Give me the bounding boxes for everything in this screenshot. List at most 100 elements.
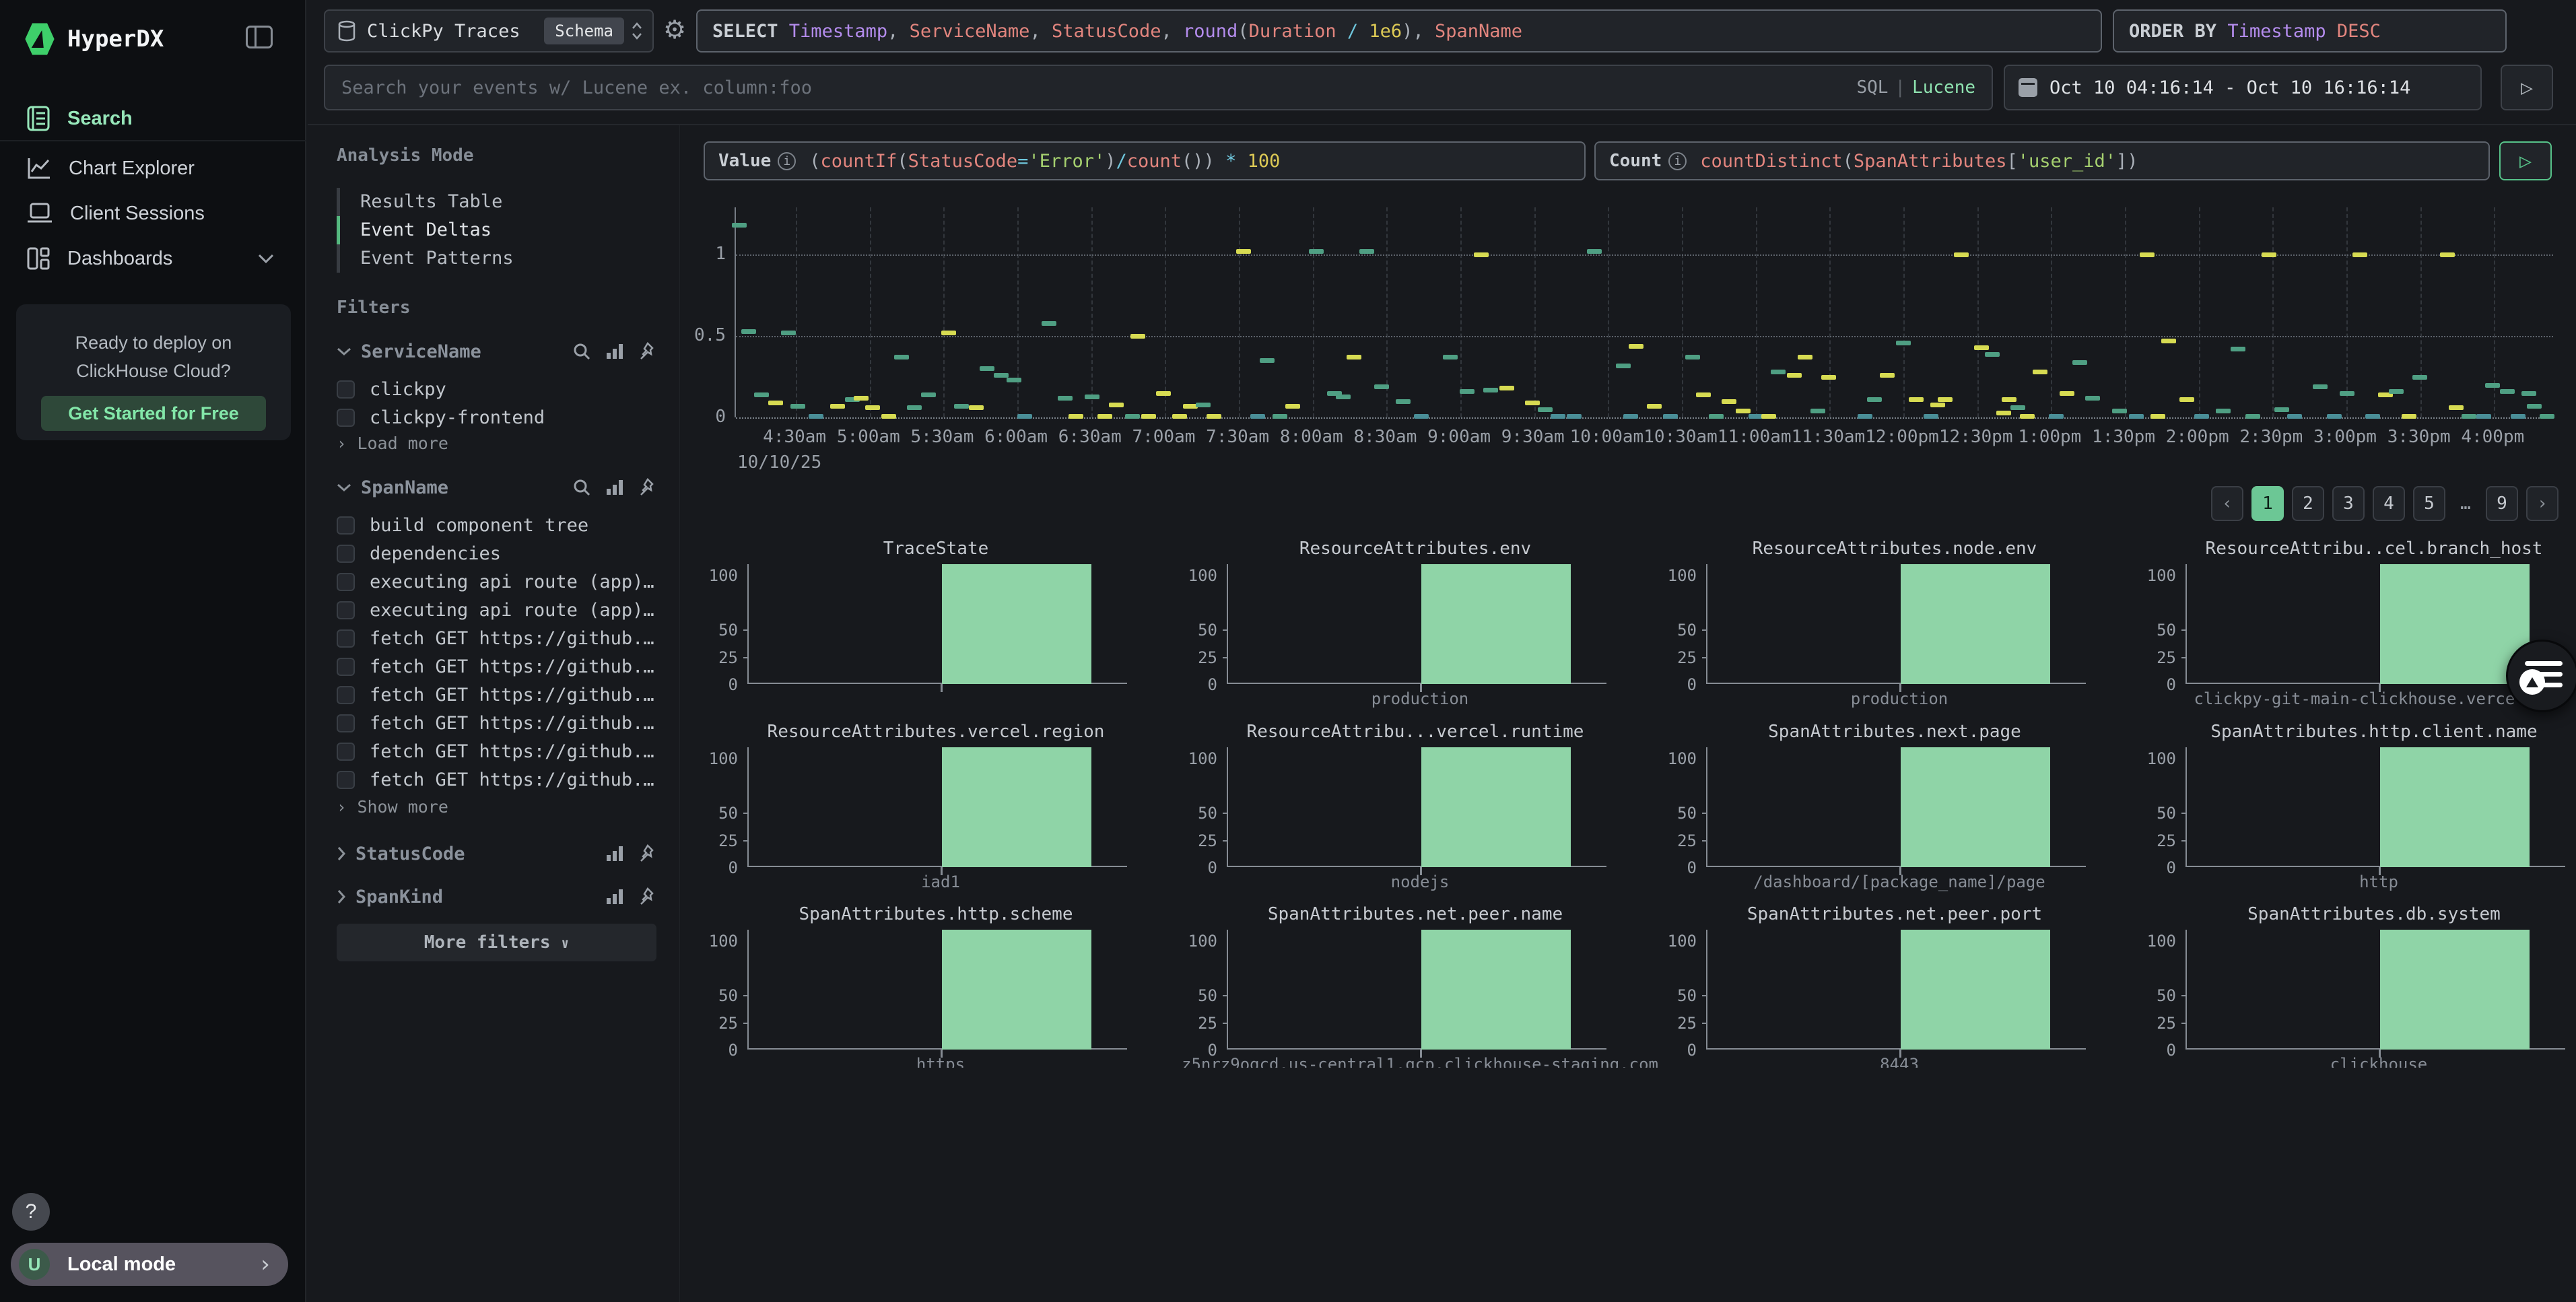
filter-group-spankind[interactable]: SpanKind [337, 883, 656, 910]
analysis-mode-event-deltas[interactable]: Event Deltas [337, 216, 552, 244]
attribute-chart[interactable]: ResourceAttributes.vercel.region10050250… [700, 722, 1172, 895]
lucene-mode-label[interactable]: Lucene [1912, 77, 1975, 98]
prev-page-button[interactable]: ‹ [2211, 486, 2243, 521]
order-by-input[interactable]: ORDER BY Timestamp DESC [2113, 9, 2507, 53]
source-select[interactable]: ClickPy Traces Schema [324, 9, 654, 53]
code-token: / [1336, 21, 1369, 42]
checkbox[interactable] [337, 545, 355, 563]
delta-plot-area[interactable] [735, 207, 2553, 417]
attribute-chart[interactable]: SpanAttributes.http.scheme10050250https [700, 904, 1172, 1068]
sidebar-item-dashboards[interactable]: Dashboards [0, 236, 306, 281]
sidebar-item-chart-explorer[interactable]: Chart Explorer [0, 146, 306, 191]
attribute-chart[interactable]: SpanAttributes.next.page10050250/dashboa… [1659, 722, 2130, 895]
pin-icon[interactable] [639, 887, 656, 906]
y-tick-label: 100 [1659, 932, 1697, 951]
y-tick [2181, 813, 2187, 814]
delta-point [1396, 399, 1411, 404]
page-button-4[interactable]: 4 [2373, 486, 2405, 521]
pin-icon[interactable] [639, 478, 656, 497]
attribute-chart[interactable]: SpanAttributes.http.client.name10050250h… [2138, 722, 2576, 895]
attribute-chart[interactable]: ResourceAttributes.node.env10050250produ… [1659, 539, 2130, 712]
checkbox[interactable] [337, 686, 355, 704]
search-icon[interactable] [573, 343, 590, 360]
checkbox[interactable] [337, 601, 355, 619]
gear-icon[interactable]: ⚙ [663, 15, 686, 44]
filter-group-spanname[interactable]: SpanName [337, 474, 656, 501]
filter-option[interactable]: executing api route (app)… [337, 596, 656, 623]
filter-option[interactable]: fetch GET https://github.… [337, 766, 656, 793]
attribute-chart[interactable]: SpanAttributes.net.peer.name10050250z5nr… [1180, 904, 1651, 1068]
page-button-5[interactable]: 5 [2413, 486, 2445, 521]
attribute-chart[interactable]: TraceState10050250 [700, 539, 1172, 712]
sql-select-input[interactable]: SELECT Timestamp, ServiceName, StatusCod… [696, 9, 2102, 53]
attribute-chart[interactable]: ResourceAttribu...vercel.runtime10050250… [1180, 722, 1651, 895]
next-page-button[interactable]: › [2526, 486, 2558, 521]
checkbox[interactable] [337, 629, 355, 648]
filter-option-clickpy[interactable]: clickpy [337, 376, 656, 403]
query-language-toggle[interactable]: SQL|Lucene [1856, 77, 1975, 98]
code-token: / [1116, 151, 1127, 172]
page-button-3[interactable]: 3 [2332, 486, 2365, 521]
count-expression-input[interactable]: Count i countDistinct(SpanAttributes['us… [1594, 141, 2490, 180]
run-analysis-button[interactable]: ▷ [2499, 141, 2552, 180]
filter-group-servicename[interactable]: ServiceName [337, 338, 656, 365]
analysis-mode-results-table[interactable]: Results Table [337, 188, 552, 216]
bar-chart-icon[interactable] [605, 845, 624, 862]
filter-option[interactable]: build component tree [337, 512, 656, 539]
value-expression-input[interactable]: Value i (countIf(StatusCode='Error')/cou… [704, 141, 1586, 180]
code-token: ) [1402, 21, 1413, 42]
sidebar-item-client-sessions[interactable]: Client Sessions [0, 191, 306, 236]
filter-option[interactable]: dependencies [337, 540, 656, 567]
page-button-1[interactable]: 1 [2251, 486, 2284, 521]
page-button-9[interactable]: 9 [2486, 486, 2518, 521]
chart-title: SpanAttributes.net.peer.port [1659, 904, 2130, 924]
delta-point [2216, 409, 2231, 413]
attribute-chart[interactable]: ResourceAttributes.env10050250production [1180, 539, 1651, 712]
filter-option[interactable]: executing api route (app)… [337, 568, 656, 595]
search-input[interactable]: Search your events w/ Lucene ex. column:… [324, 65, 1993, 110]
pin-icon[interactable] [639, 342, 656, 361]
attribute-chart[interactable]: SpanAttributes.net.peer.port100502508443 [1659, 904, 2130, 1068]
feedback-fab-button[interactable] [2506, 640, 2576, 712]
checkbox[interactable] [337, 714, 355, 732]
search-run-button[interactable]: ▷ [2501, 65, 2553, 110]
filter-group-statuscode[interactable]: StatusCode [337, 840, 656, 867]
sql-mode-label[interactable]: SQL [1856, 77, 1888, 98]
load-more-link[interactable]: › Load more [337, 434, 448, 453]
filter-option[interactable]: fetch GET https://github.… [337, 625, 656, 652]
checkbox[interactable] [337, 516, 355, 535]
sidebar-collapse-icon[interactable] [246, 26, 273, 48]
page-button-2[interactable]: 2 [2292, 486, 2324, 521]
delta-point [907, 405, 922, 410]
pin-icon[interactable] [639, 844, 656, 863]
checkbox[interactable] [337, 573, 355, 591]
get-started-button[interactable]: Get Started for Free [41, 396, 266, 431]
y-tick-label: 50 [700, 986, 738, 1005]
date-range-picker[interactable]: Oct 10 04:16:14 - Oct 10 16:16:14 [2004, 65, 2482, 110]
bar-chart-icon[interactable] [605, 888, 624, 905]
filter-option[interactable]: fetch GET https://github.… [337, 738, 656, 765]
chart-plot-area [1706, 564, 2086, 684]
checkbox[interactable] [337, 743, 355, 761]
checkbox[interactable] [337, 380, 355, 399]
bar-chart-icon[interactable] [605, 479, 624, 496]
checkbox[interactable] [337, 658, 355, 676]
filter-option-clickpy-frontend[interactable]: clickpy-frontend [337, 404, 656, 431]
filter-option[interactable]: fetch GET https://github.… [337, 710, 656, 736]
delta-point [1085, 395, 1099, 399]
filter-option[interactable]: fetch GET https://github.… [337, 653, 656, 680]
more-filters-button[interactable]: More filters ∨ [337, 924, 656, 961]
bar-chart-icon[interactable] [605, 343, 624, 360]
y-tick [1702, 995, 1707, 996]
search-icon[interactable] [573, 479, 590, 496]
attribute-chart[interactable]: SpanAttributes.db.system10050250clickhou… [2138, 904, 2576, 1068]
checkbox[interactable] [337, 409, 355, 427]
analysis-mode-event-patterns[interactable]: Event Patterns [337, 244, 552, 273]
checkbox[interactable] [337, 771, 355, 789]
filter-option[interactable]: fetch GET https://github.… [337, 681, 656, 708]
local-mode-menu[interactable]: U Local mode › [11, 1243, 288, 1286]
show-more-link[interactable]: › Show more [337, 797, 448, 817]
help-button[interactable]: ? [12, 1193, 50, 1231]
sidebar-item-search[interactable]: Search [0, 96, 306, 141]
promo-line1: Ready to deploy on [75, 333, 232, 353]
